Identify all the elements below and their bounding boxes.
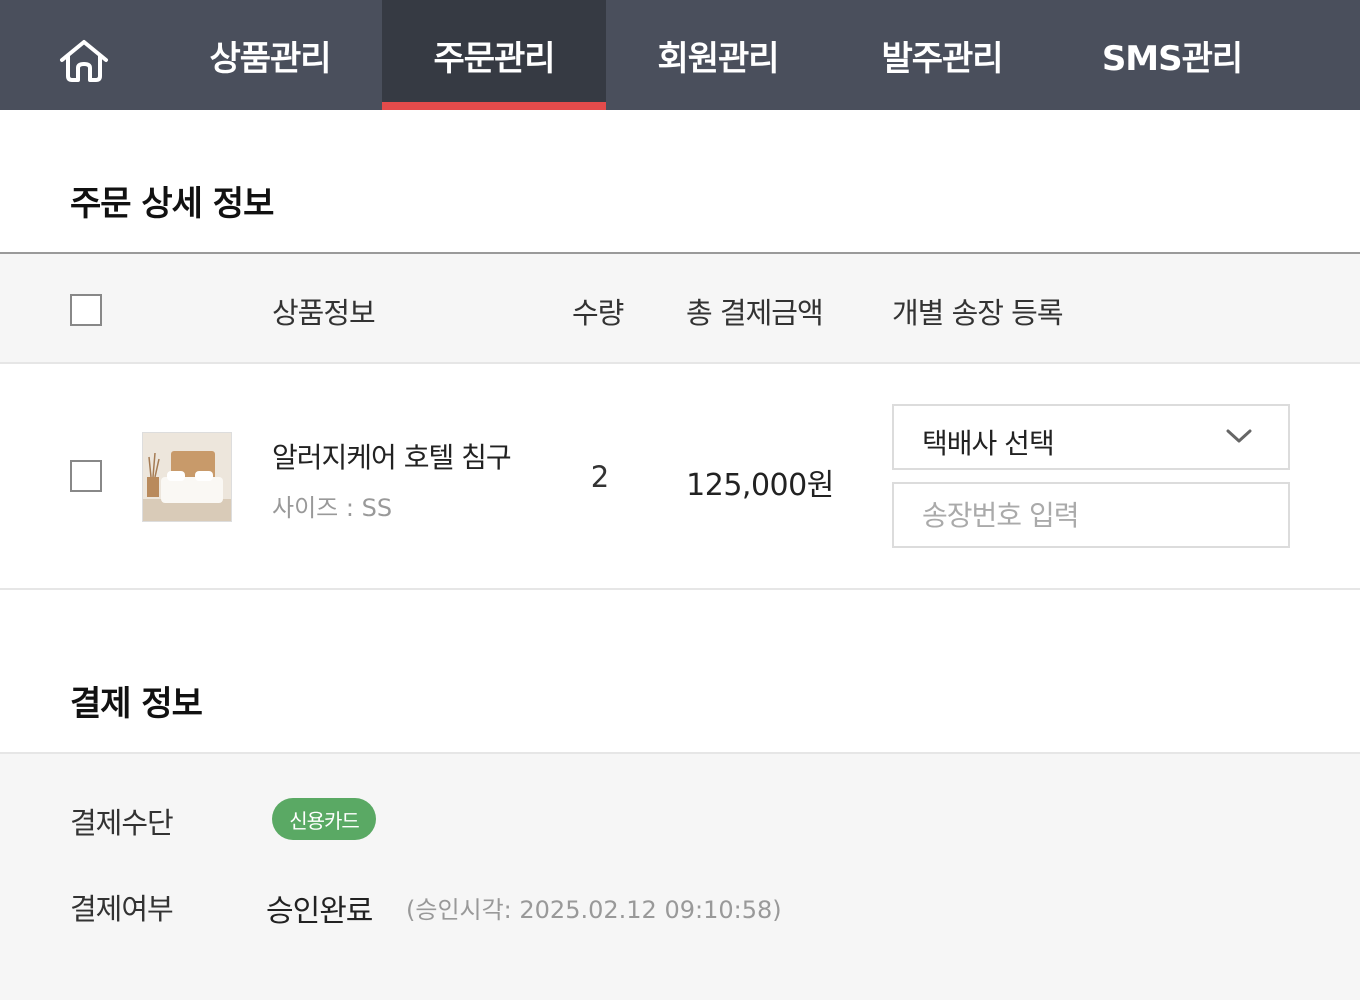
payment-method-label: 결제수단	[70, 806, 174, 840]
product-option: 사이즈 : SS	[272, 494, 393, 522]
invoice-number-input[interactable]	[892, 482, 1290, 548]
select-all-checkbox[interactable]	[70, 294, 102, 326]
home-icon[interactable]	[56, 38, 112, 84]
top-nav: 상품관리 주문관리 회원관리 발주관리 SMS관리	[0, 0, 1360, 110]
item-total-price: 125,000원	[686, 468, 834, 503]
payment-status-label: 결제여부	[70, 892, 174, 926]
table-header: 상품정보 수량 총 결제금액 개별 송장 등록	[0, 254, 1360, 362]
column-header-invoice: 개별 송장 등록	[892, 296, 1064, 330]
chevron-down-icon	[1226, 429, 1252, 443]
divider	[0, 588, 1360, 590]
payment-info-title: 결제 정보	[70, 684, 203, 724]
payment-status-value: 승인완료	[266, 894, 373, 929]
approval-time: (승인시각: 2025.02.12 09:10:58)	[406, 896, 782, 924]
payment-method-badge: 신용카드	[272, 798, 376, 840]
tab-product-management[interactable]: 상품관리	[158, 0, 382, 110]
tab-order-management[interactable]: 주문관리	[382, 0, 606, 110]
tab-sms-management[interactable]: SMS관리	[1060, 0, 1284, 110]
divider	[0, 362, 1360, 364]
tab-purchase-order-management[interactable]: 발주관리	[830, 0, 1054, 110]
column-header-total: 총 결제금액	[686, 296, 824, 330]
courier-select[interactable]: 택배사 선택	[892, 404, 1290, 470]
product-name: 알러지케어 호텔 침구	[272, 441, 512, 474]
column-header-qty: 수량	[572, 296, 624, 330]
column-header-product: 상품정보	[272, 296, 376, 330]
item-quantity: 2	[590, 460, 610, 494]
order-detail-title: 주문 상세 정보	[70, 184, 274, 224]
payment-info-panel	[0, 754, 1360, 1000]
courier-select-value: 택배사 선택	[922, 427, 1055, 460]
product-thumbnail	[142, 432, 232, 522]
row-checkbox[interactable]	[70, 460, 102, 492]
tab-member-management[interactable]: 회원관리	[606, 0, 830, 110]
